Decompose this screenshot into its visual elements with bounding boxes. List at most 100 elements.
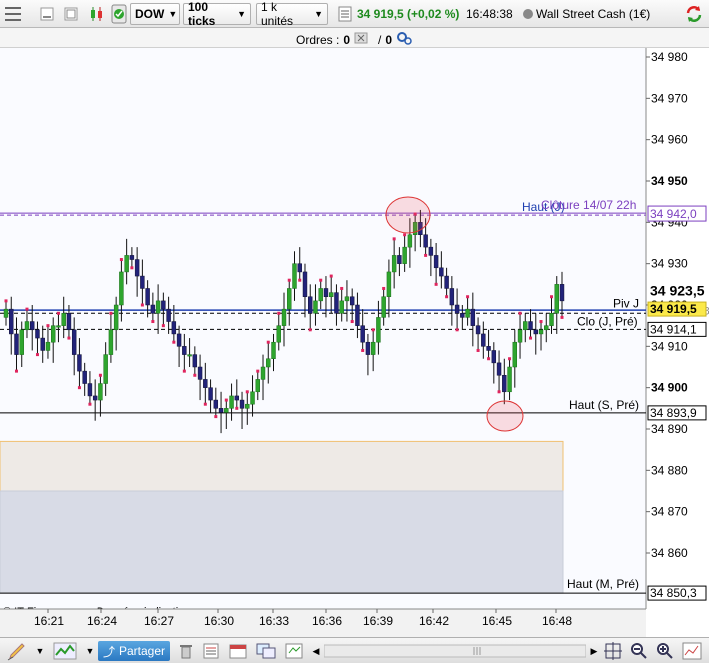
y-tick-label: 34 870 <box>651 505 688 519</box>
scroll-left-icon[interactable]: ◀ <box>310 641 322 661</box>
tick-marker <box>539 320 543 324</box>
scroll-right-icon[interactable]: ▶ <box>588 641 600 661</box>
tick-marker <box>161 324 165 328</box>
candle-up <box>339 300 344 314</box>
tick-marker <box>256 369 260 373</box>
candles-icon[interactable] <box>88 3 106 25</box>
tick-marker <box>182 369 186 373</box>
market-name: Wall Street Cash (1€) <box>536 7 651 21</box>
delete-icon[interactable] <box>176 641 196 661</box>
share-button[interactable]: ⤴ Partager <box>98 641 170 661</box>
candle-up <box>224 408 229 413</box>
time-scrollbar[interactable] <box>324 641 586 661</box>
tick-marker <box>14 369 18 373</box>
x-tick-label: 16:21 <box>34 614 64 628</box>
candle-up <box>266 358 271 368</box>
tick-marker <box>308 328 312 332</box>
candle-down <box>460 313 465 318</box>
chart-settings-icon[interactable] <box>680 641 704 661</box>
zoom-out-icon[interactable] <box>628 641 650 661</box>
x-tick-label: 16:36 <box>312 614 342 628</box>
candle-down <box>323 288 329 297</box>
calendar-icon[interactable] <box>226 641 250 661</box>
haut-j-price-value: 34 942,0 <box>650 207 697 221</box>
separator: / <box>378 32 382 47</box>
y-tick-label: 34 900 <box>651 381 688 395</box>
candle-up <box>260 366 266 380</box>
candle-down <box>481 333 486 347</box>
tick-marker <box>193 373 197 377</box>
candle-down <box>365 341 371 355</box>
cloture-label: Clôture 14/07 22h <box>541 198 636 212</box>
tools-menu-icon[interactable] <box>4 3 22 25</box>
low-circle-marker[interactable] <box>486 400 524 432</box>
candle-down <box>302 271 308 297</box>
candle-down <box>397 255 402 264</box>
high-circle-marker[interactable] <box>385 196 431 234</box>
candle-up <box>554 284 559 314</box>
x-tick-label: 16:27 <box>144 614 174 628</box>
candle-up <box>538 329 544 335</box>
candle-down <box>145 288 150 306</box>
info-icon[interactable] <box>338 3 352 25</box>
indicator-chart-icon[interactable] <box>50 641 80 661</box>
candle-up <box>119 271 124 306</box>
candle-down <box>161 300 166 310</box>
chart-canvas[interactable]: 34 98034 97034 96034 95034 94034 93034 9… <box>0 48 709 637</box>
candle-down <box>176 333 182 347</box>
y-tick-label: 34 970 <box>651 91 688 105</box>
candle-down <box>349 296 355 306</box>
candle-down <box>491 350 497 364</box>
candle-down <box>197 366 203 380</box>
candle-down <box>360 325 365 343</box>
candle-up <box>344 296 350 302</box>
minimize-icon[interactable] <box>40 3 54 25</box>
candle-down <box>239 399 245 409</box>
price-chart[interactable]: 34 980 34 970 34 960 34 950 34 940 34 930 34 9… <box>0 48 709 637</box>
tick-marker <box>340 286 344 290</box>
tick-marker <box>151 320 155 324</box>
market-status-icon[interactable] <box>110 3 128 25</box>
clo-j-price-value: 34 914,1 <box>650 322 697 336</box>
candle-down <box>40 337 45 351</box>
tick-marker <box>424 253 428 257</box>
tick-marker <box>550 295 554 299</box>
tick-marker <box>455 328 459 332</box>
candle-down <box>208 387 213 401</box>
candle-down <box>30 321 35 331</box>
tick-marker <box>560 315 564 319</box>
share-icon: ⤴ <box>102 644 115 659</box>
x-tick-label: 16:24 <box>87 614 117 628</box>
tick-marker <box>119 258 123 262</box>
refresh-icon[interactable] <box>684 3 704 25</box>
candle-down <box>213 399 219 409</box>
alert-icon[interactable] <box>282 641 306 661</box>
x-tick-label: 16:30 <box>204 614 234 628</box>
settings-gear-icon[interactable] <box>396 31 412 48</box>
drawing-pencil-icon[interactable] <box>2 641 32 661</box>
maximize-icon[interactable] <box>64 3 78 25</box>
crosshair-icon[interactable] <box>602 641 624 661</box>
instrument-select[interactable]: DOW ▼ <box>130 3 180 25</box>
chevron-down-icon[interactable]: ▼ <box>84 641 96 661</box>
chevron-down-icon[interactable]: ▼ <box>34 641 46 661</box>
price-change: 34 919,5 (+0,02 %) <box>357 7 460 21</box>
tick-marker <box>203 402 207 406</box>
candle-up <box>549 313 554 326</box>
zoom-in-icon[interactable] <box>654 641 676 661</box>
tick-marker <box>392 237 396 241</box>
ticks-select[interactable]: 100 ticks ▼ <box>183 0 251 28</box>
tick-marker <box>382 286 386 290</box>
screens-icon[interactable] <box>254 641 278 661</box>
list-icon[interactable] <box>200 641 222 661</box>
candle-down <box>496 362 502 376</box>
tick-marker <box>277 311 281 315</box>
units-select[interactable]: 1 k unités ▼ <box>256 0 328 28</box>
cancel-orders-icon[interactable] <box>354 32 368 47</box>
tick-marker <box>214 415 218 419</box>
level-label-haut-s: Haut (S, Pré) <box>569 398 639 412</box>
y-tick-label: 34 890 <box>651 422 688 436</box>
tick-marker <box>403 233 407 237</box>
candle-down <box>449 288 455 306</box>
candle-up <box>292 263 297 289</box>
